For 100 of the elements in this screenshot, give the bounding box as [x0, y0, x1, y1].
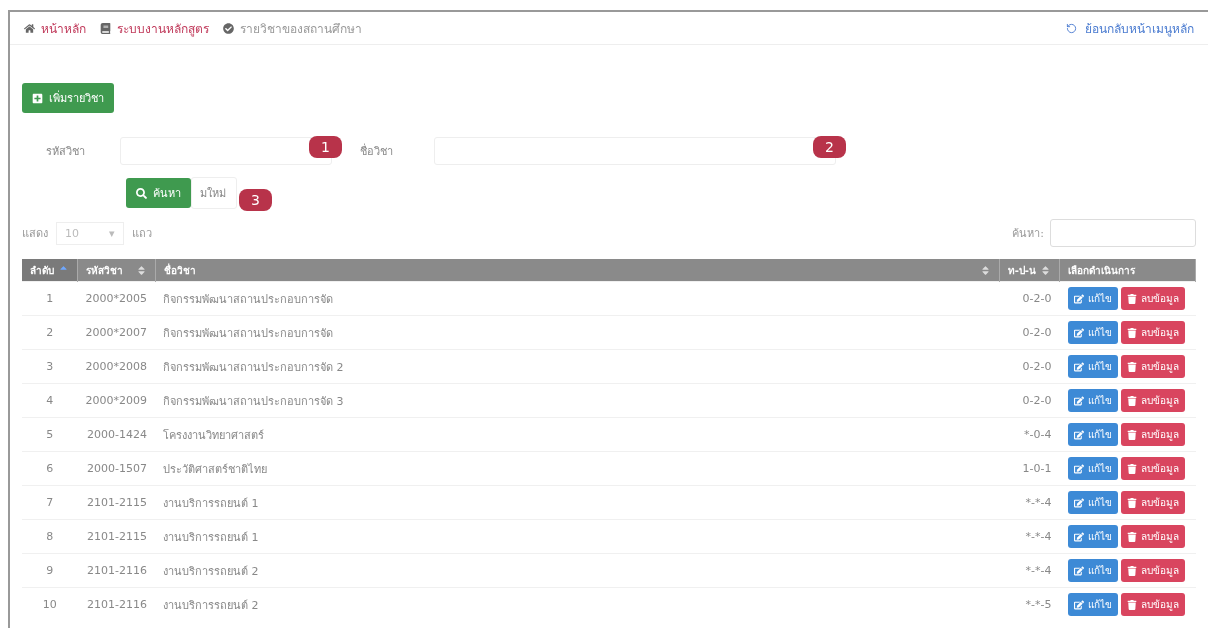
show-label: แสดง [22, 226, 48, 242]
search-label: ค้นหา: [1012, 226, 1044, 242]
trash-icon [1126, 361, 1137, 372]
trash-icon [1126, 497, 1137, 508]
table-cell: งานบริการรถยนต์ 1 [155, 519, 1000, 554]
book-icon [100, 22, 111, 34]
table-cell: *-*-5 [999, 587, 1060, 621]
table-cell: 2000*2008 [77, 349, 155, 384]
trash-icon [1126, 463, 1137, 474]
input-field[interactable] [434, 137, 836, 165]
table-search-field[interactable] [1050, 219, 1196, 247]
number-badge: 2 [813, 136, 846, 158]
column-header[interactable]: รหัสวิชา [77, 259, 155, 282]
edit-icon [1073, 599, 1084, 610]
delete-button[interactable]: ลบข้อมูล [1120, 355, 1185, 378]
table-cell: งานบริการรถยนต์ 2 [155, 553, 1000, 588]
edit-button[interactable]: แก้ไข [1067, 423, 1118, 446]
table-cell: 0-2-0 [999, 315, 1060, 350]
delete-button[interactable]: ลบข้อมูล [1120, 389, 1185, 412]
edit-button[interactable]: แก้ไข [1067, 457, 1118, 480]
breadcrumb-link[interactable]: หน้าหลัก [24, 18, 86, 38]
edit-icon [1073, 429, 1084, 440]
table-cell: 4 [22, 383, 78, 418]
table-cell: 9 [22, 553, 78, 588]
table-cell: ประวัติศาสตร์ชาติไทย [155, 451, 1000, 486]
trash-icon [1126, 293, 1137, 304]
caret-icon: ▾ [109, 226, 115, 240]
delete-button[interactable]: ลบข้อมูล [1120, 287, 1185, 310]
reset-button[interactable]: มใหม่ [191, 177, 237, 209]
edit-icon [1073, 531, 1084, 542]
search-button[interactable]: ค้นหา [126, 178, 191, 208]
home-icon [24, 22, 35, 34]
table-cell: 0-2-0 [999, 383, 1060, 418]
breadcrumb-link[interactable]: ระบบงานหลักสูตร [100, 18, 209, 38]
table-cell: กิจกรรมพัฒนาสถานประกอบการจัด 3 [155, 383, 1000, 418]
table-cell: 2000-1424 [77, 417, 155, 452]
delete-button[interactable]: ลบข้อมูล [1120, 525, 1185, 548]
edit-icon [1073, 463, 1084, 474]
table-cell: 1 [22, 281, 78, 316]
table-cell: 2101-2116 [77, 587, 155, 621]
plus-icon [32, 92, 43, 104]
back-link[interactable]: ย้อนกลับหน้าเมนูหลัก [1066, 18, 1194, 38]
edit-icon [1073, 327, 1084, 338]
table-cell: 2000*2005 [77, 281, 155, 316]
number-badge: 1 [309, 136, 342, 158]
table-cell: 2101-2116 [77, 553, 155, 588]
column-header[interactable]: เลือกดำเนินการ [1059, 259, 1196, 282]
trash-icon [1126, 429, 1137, 440]
delete-button[interactable]: ลบข้อมูล [1120, 423, 1185, 446]
table-cell: 2000*2009 [77, 383, 155, 418]
table-cell: *-0-4 [999, 417, 1060, 452]
trash-icon [1126, 531, 1137, 542]
table-cell: 1-0-1 [999, 451, 1060, 486]
undo-icon [1066, 22, 1077, 34]
edit-icon [1073, 361, 1084, 372]
number-badge: 3 [239, 189, 272, 211]
table-cell: 2101-2115 [77, 485, 155, 520]
edit-button[interactable]: แก้ไข [1067, 525, 1118, 548]
edit-button[interactable]: แก้ไข [1067, 321, 1118, 344]
edit-button[interactable]: แก้ไข [1067, 559, 1118, 582]
table-cell: กิจกรรมพัฒนาสถานประกอบการจัด 2 [155, 349, 1000, 384]
table-cell: 6 [22, 451, 78, 486]
delete-button[interactable]: ลบข้อมูล [1120, 593, 1185, 616]
edit-button[interactable]: แก้ไข [1067, 389, 1118, 412]
table-cell: 3 [22, 349, 78, 384]
table-cell: กิจกรรมพัฒนาสถานประกอบการจัด [155, 315, 1000, 350]
edit-icon [1073, 565, 1084, 576]
delete-button[interactable]: ลบข้อมูล [1120, 457, 1185, 480]
table-cell: 2000-1507 [77, 451, 155, 486]
table-cell: กิจกรรมพัฒนาสถานประกอบการจัด [155, 281, 1000, 316]
edit-icon [1073, 395, 1084, 406]
table-cell: งานบริการรถยนต์ 2 [155, 587, 1000, 621]
table-cell: 8 [22, 519, 78, 554]
table-cell: *-*-4 [999, 519, 1060, 554]
trash-icon [1126, 565, 1137, 576]
edit-button[interactable]: แก้ไข [1067, 491, 1118, 514]
edit-button[interactable]: แก้ไข [1067, 593, 1118, 616]
table-cell: 2 [22, 315, 78, 350]
delete-button[interactable]: ลบข้อมูล [1120, 491, 1185, 514]
breadcrumb-link[interactable]: รายวิชาของสถานศึกษา [223, 18, 362, 38]
page-size-select[interactable]: 10 ▾ [56, 221, 124, 245]
table-cell: *-*-4 [999, 553, 1060, 588]
search-icon [136, 187, 147, 199]
column-header[interactable]: ลำดับ [22, 259, 78, 282]
table-cell: *-*-4 [999, 485, 1060, 520]
add-course-button[interactable]: เพิ่มรายวิชา [22, 83, 114, 113]
trash-icon [1126, 395, 1137, 406]
rows-label: แถว [131, 226, 152, 242]
column-header[interactable]: ชื่อวิชา [155, 259, 1000, 282]
delete-button[interactable]: ลบข้อมูล [1120, 321, 1185, 344]
column-header[interactable]: ท-ป-น [999, 259, 1060, 282]
edit-button[interactable]: แก้ไข [1067, 287, 1118, 310]
edit-button[interactable]: แก้ไข [1067, 355, 1118, 378]
field-label: ชื่อวิชา [360, 142, 394, 160]
trash-icon [1126, 327, 1137, 338]
edit-icon [1073, 293, 1084, 304]
delete-button[interactable]: ลบข้อมูล [1120, 559, 1185, 582]
table-cell: 7 [22, 485, 78, 520]
table-cell: 2000*2007 [77, 315, 155, 350]
table-cell: 10 [22, 587, 78, 621]
